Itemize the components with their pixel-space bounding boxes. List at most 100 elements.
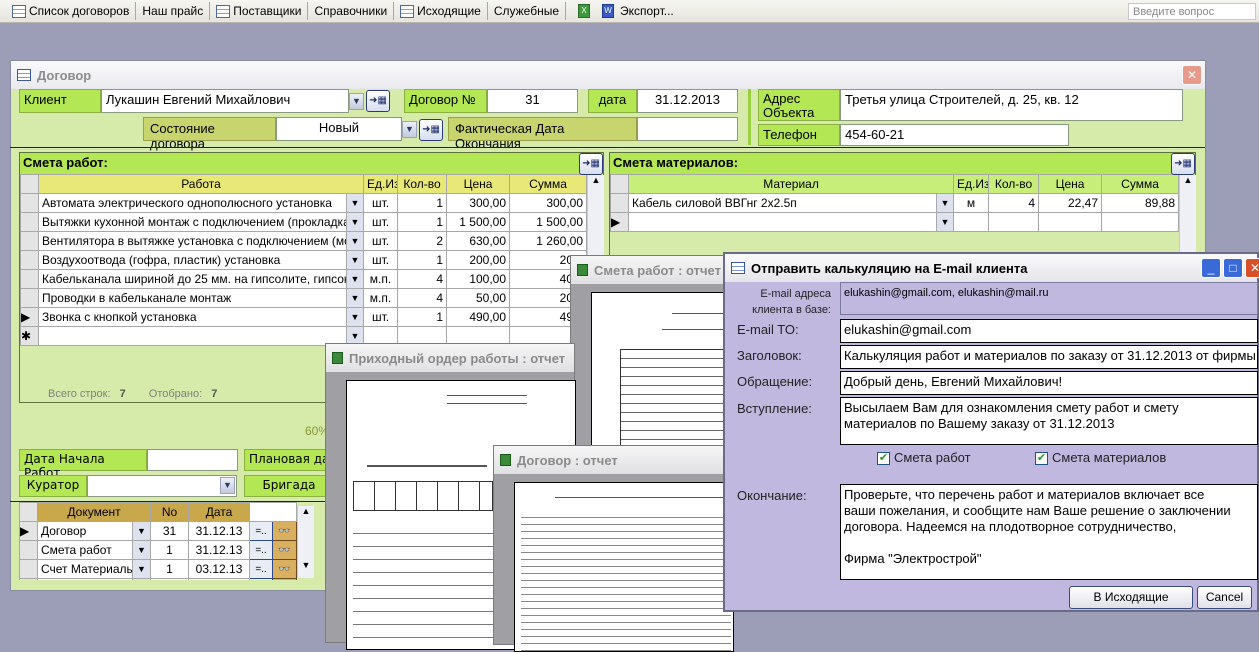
- edit-document-button[interactable]: =..: [249, 521, 274, 541]
- view-glasses-icon[interactable]: 👓: [272, 521, 298, 541]
- chevron-down-icon[interactable]: ▼: [935, 212, 955, 232]
- chevron-down-icon[interactable]: ▼: [345, 288, 365, 308]
- open-works-button[interactable]: ➜▦: [579, 153, 603, 175]
- chevron-down-icon[interactable]: ▼: [131, 540, 152, 560]
- cell-name[interactable]: Кабель силовой ВВГнг 2х2.5п: [628, 193, 937, 213]
- cell-unit[interactable]: м.п.: [363, 288, 399, 308]
- row-selector[interactable]: [20, 250, 39, 270]
- row-selector[interactable]: [610, 193, 629, 213]
- cell-name[interactable]: Автомата электрического однополюсного ус…: [38, 193, 347, 213]
- cell-qty[interactable]: 1: [397, 212, 448, 232]
- chevron-down-icon[interactable]: ▼: [345, 231, 365, 251]
- column-header-sum[interactable]: Сумма: [1101, 174, 1180, 194]
- open-status-button[interactable]: ➜▦: [419, 119, 443, 141]
- table-row[interactable]: Автомата электрического однополюсного ус…: [20, 193, 588, 213]
- contract-report-titlebar[interactable]: Договор : отчет: [494, 446, 727, 474]
- toolbar-suppliers[interactable]: Поставщики: [210, 2, 309, 20]
- send-to-outgoing-button[interactable]: В Исходящие: [1069, 586, 1193, 609]
- order-report-titlebar[interactable]: Приходный ордер работы : отчет: [326, 344, 574, 372]
- view-glasses-icon[interactable]: 👓: [272, 559, 298, 579]
- column-header-unit[interactable]: Ед.Изм: [953, 174, 990, 194]
- ending-textarea[interactable]: Проверьте, что перечень работ и материал…: [840, 484, 1258, 580]
- cell-unit[interactable]: м: [953, 193, 990, 213]
- table-row[interactable]: Вытяжки кухонной монтаж с подключением (…: [20, 212, 588, 232]
- column-header-qty[interactable]: Кол-во: [988, 174, 1040, 194]
- cell-date[interactable]: 03.12.13: [188, 559, 251, 579]
- client-combo[interactable]: Лукашин Евгений Михайлович: [101, 89, 349, 113]
- documents-scrollbar[interactable]: ▲ ▼: [297, 506, 314, 578]
- cell-sum[interactable]: 89,88: [1101, 193, 1180, 213]
- cell-price[interactable]: 22,47: [1038, 193, 1103, 213]
- row-selector[interactable]: [19, 578, 38, 580]
- cell-price[interactable]: 200,00: [446, 250, 511, 270]
- chevron-down-icon[interactable]: ▼: [131, 578, 152, 580]
- cell-price[interactable]: 630,00: [446, 231, 511, 251]
- phone-field[interactable]: 454-60-21: [840, 124, 1069, 146]
- cell-document[interactable]: ПКО Работы: [37, 578, 133, 580]
- cell-sum[interactable]: 1 500,00: [509, 212, 588, 232]
- row-selector[interactable]: [20, 212, 39, 232]
- row-selector[interactable]: [20, 231, 39, 251]
- column-header-material[interactable]: Материал: [627, 174, 955, 194]
- cell-qty[interactable]: 2: [397, 231, 448, 251]
- cell-document[interactable]: Счет Материалы: [37, 559, 133, 579]
- table-row[interactable]: ▶Звонка с кнопкой установка▼шт.1490,0049…: [20, 307, 588, 327]
- intro-textarea[interactable]: Высылаем Вам для ознакомления смету рабо…: [840, 397, 1258, 445]
- chevron-down-icon[interactable]: ▼: [345, 250, 365, 270]
- chevron-down-icon[interactable]: ▼: [935, 193, 955, 213]
- edit-document-button[interactable]: =..: [249, 559, 274, 579]
- word-icon[interactable]: W: [602, 4, 614, 18]
- cell-no[interactable]: 1: [150, 559, 190, 579]
- chevron-down-icon[interactable]: ▼: [402, 121, 417, 138]
- checkbox-checked-icon[interactable]: ✔: [1035, 452, 1048, 466]
- cell-sum[interactable]: 1 260,00: [509, 231, 588, 251]
- table-row[interactable]: Смета работ ▼ 1 31.12.13 =.. 👓: [19, 540, 298, 560]
- new-row[interactable]: ▶ ▼: [610, 212, 1180, 232]
- table-row[interactable]: Счет Материалы ▼ 1 03.12.13 =.. 👓: [19, 559, 298, 579]
- contract-window-titlebar[interactable]: Договор: [11, 61, 1205, 89]
- cell-no[interactable]: 31: [150, 521, 190, 541]
- cell-sum[interactable]: 300,00: [509, 193, 588, 213]
- maximize-icon[interactable]: □: [1223, 258, 1243, 278]
- toolbar-price[interactable]: Наш прайс: [136, 2, 211, 20]
- cell-no[interactable]: 1: [150, 578, 190, 580]
- toolbar-references[interactable]: Справочники: [308, 2, 395, 20]
- edit-document-button[interactable]: =..: [249, 540, 274, 560]
- column-header-unit[interactable]: Ед.Изм: [363, 174, 399, 194]
- table-row[interactable]: Кабельканала шириной до 25 мм. на гипсол…: [20, 269, 588, 289]
- minimize-icon[interactable]: _: [1201, 258, 1221, 278]
- column-header-price[interactable]: Цена: [446, 174, 511, 194]
- row-selector[interactable]: [19, 559, 38, 579]
- toolbar-export[interactable]: X W Экспорт...: [566, 2, 680, 20]
- table-row[interactable]: ПКО Работы▼103.12.13=..👓: [19, 578, 298, 580]
- view-glasses-icon[interactable]: 👓: [272, 540, 298, 560]
- start-date-field[interactable]: [147, 449, 238, 471]
- cell-qty[interactable]: 4: [397, 288, 448, 308]
- cell-document[interactable]: Смета работ: [37, 540, 133, 560]
- chevron-down-icon[interactable]: ▼: [345, 307, 365, 327]
- cell-name[interactable]: Вытяжки кухонной монтаж с подключением (…: [38, 212, 347, 232]
- cell-unit[interactable]: шт.: [363, 231, 399, 251]
- cell-qty[interactable]: 1: [397, 307, 448, 327]
- cell-price[interactable]: 300,00: [446, 193, 511, 213]
- cell-price[interactable]: 490,00: [446, 307, 511, 327]
- table-row[interactable]: Проводки в кабельканале монтаж ▼ м.п. 4 50,0…: [20, 288, 588, 308]
- column-header-no[interactable]: No: [150, 502, 190, 522]
- row-selector[interactable]: ▶: [610, 212, 629, 232]
- help-search-input[interactable]: Введите вопрос: [1128, 3, 1256, 20]
- cell-name[interactable]: Воздухоотвода (гофра, пластик) установка: [38, 250, 347, 270]
- cell-unit[interactable]: шт.: [363, 212, 399, 232]
- table-row[interactable]: ▶ Договор ▼ 31 31.12.13 =.. 👓: [19, 521, 298, 541]
- cell-unit[interactable]: шт.: [363, 193, 399, 213]
- address-field[interactable]: Третья улица Строителей, д. 25, кв. 12: [840, 89, 1183, 121]
- cell-unit[interactable]: м.п.: [363, 269, 399, 289]
- row-selector[interactable]: [19, 540, 38, 560]
- cell-price[interactable]: 1 500,00: [446, 212, 511, 232]
- cell-qty[interactable]: 1: [397, 250, 448, 270]
- toolbar-outgoing[interactable]: Исходящие: [394, 2, 488, 20]
- chevron-down-icon[interactable]: ▼: [131, 521, 152, 541]
- date-field[interactable]: 31.12.2013: [637, 89, 738, 113]
- checkbox-checked-icon[interactable]: ✔: [877, 452, 890, 466]
- cell-qty[interactable]: 4: [397, 269, 448, 289]
- cell-unit[interactable]: шт.: [363, 307, 399, 327]
